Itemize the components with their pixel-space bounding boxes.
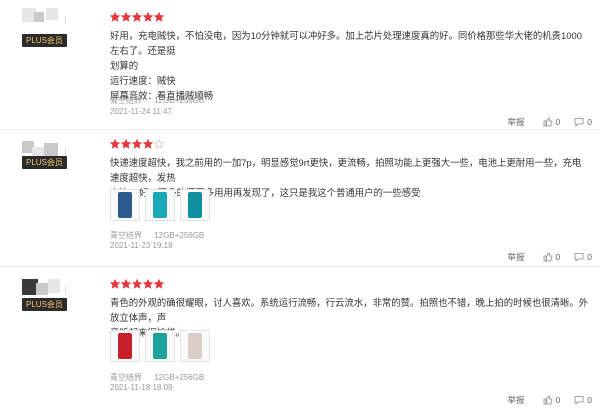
star-filled-icon xyxy=(143,139,153,149)
star-filled-icon xyxy=(110,279,120,289)
review-line: 运行速度：贼快 xyxy=(110,75,176,86)
phone-photo xyxy=(188,192,202,218)
review-line: 青色的外观的确很耀眼，讨人喜欢。系统运行流畅，行云流水，非常的赞。拍照也不错，晚… xyxy=(110,297,589,323)
like-count: 0 xyxy=(555,252,561,262)
comment-button[interactable]: 0 xyxy=(574,252,592,262)
comment-button[interactable]: 0 xyxy=(574,395,592,405)
star-filled-icon xyxy=(121,279,131,289)
review-image[interactable] xyxy=(145,330,175,362)
review-image[interactable] xyxy=(145,189,175,221)
review-text: 好用，充电贼快，不怕没电，因为10分钟就可以冲好多。加上芯片处理速度真的好。同价… xyxy=(110,28,590,103)
review-actions: 举报 0 0 xyxy=(508,394,592,406)
star-empty-icon xyxy=(154,139,164,149)
divider xyxy=(65,148,66,156)
review-images xyxy=(110,330,210,362)
review-image[interactable] xyxy=(110,189,140,221)
star-rating xyxy=(110,139,165,151)
comment-count: 0 xyxy=(587,252,592,262)
comment-button[interactable]: 0 xyxy=(574,117,592,127)
star-filled-icon xyxy=(132,139,142,149)
review-date: 2021-11-23 19:18 xyxy=(110,241,173,250)
separator xyxy=(0,266,600,267)
review-line: 快递速度超快，我之前用的一加7p，明显感觉9rt更快，更流畅，拍照功能上更强大一… xyxy=(110,157,582,183)
plus-member-badge: PLUS会员 xyxy=(22,34,67,47)
plus-member-badge: PLUS会员 xyxy=(22,298,67,311)
star-filled-icon xyxy=(110,12,120,22)
like-count: 0 xyxy=(555,117,561,127)
star-filled-icon xyxy=(121,139,131,149)
variant-color: 青空结界 xyxy=(110,96,142,105)
star-rating xyxy=(110,279,165,291)
thumbs-up-icon xyxy=(543,117,552,127)
star-rating xyxy=(110,12,165,24)
review-meta: 青空结界 12GB+256GB xyxy=(110,230,214,241)
plus-member-badge: PLUS会员 xyxy=(22,156,67,169)
star-filled-icon xyxy=(132,12,142,22)
review-meta: 青空结界 12GB+256GB xyxy=(110,95,214,106)
comment-count: 0 xyxy=(587,395,592,405)
review-date: 2021-11-24 11:47 xyxy=(110,107,172,116)
variant-color: 青空结界 xyxy=(110,231,142,240)
separator xyxy=(0,129,600,130)
report-link[interactable]: 举报 xyxy=(508,394,525,406)
star-filled-icon xyxy=(143,12,153,22)
thumbs-up-icon xyxy=(543,395,552,405)
review-image[interactable] xyxy=(180,330,210,362)
comment-count: 0 xyxy=(587,117,592,127)
comment-icon xyxy=(574,396,584,405)
review-images xyxy=(110,189,210,221)
comment-icon xyxy=(574,118,584,127)
star-filled-icon xyxy=(143,279,153,289)
review-actions: 举报 0 0 xyxy=(508,251,592,263)
report-link[interactable]: 举报 xyxy=(508,116,525,128)
review-actions: 举报 0 0 xyxy=(508,116,592,128)
variant-color: 青空结界 xyxy=(110,373,142,382)
phone-photo xyxy=(153,192,167,218)
star-filled-icon xyxy=(132,279,142,289)
phone-photo xyxy=(153,333,167,359)
star-filled-icon xyxy=(121,12,131,22)
star-filled-icon xyxy=(110,139,120,149)
review-meta: 青空结界 12GB+256GB xyxy=(110,372,214,383)
star-filled-icon xyxy=(154,12,164,22)
like-button[interactable]: 0 xyxy=(543,395,561,405)
like-button[interactable]: 0 xyxy=(543,252,561,262)
like-button[interactable]: 0 xyxy=(543,117,561,127)
phone-photo xyxy=(118,192,132,218)
star-filled-icon xyxy=(154,279,164,289)
review-image[interactable] xyxy=(110,330,140,362)
variant-storage: 12GB+256GB xyxy=(154,96,205,105)
review-date: 2021-11-18 18:09 xyxy=(110,383,173,392)
phone-photo xyxy=(188,333,202,359)
review-line: 好用，充电贼快，不怕没电，因为10分钟就可以冲好多。加上芯片处理速度真的好。同价… xyxy=(110,30,582,56)
review-line: 划算的 xyxy=(110,60,139,71)
review-image[interactable] xyxy=(180,189,210,221)
divider xyxy=(65,16,66,24)
variant-storage: 12GB+256GB xyxy=(154,373,205,382)
comment-icon xyxy=(574,253,584,262)
avatar xyxy=(22,8,62,36)
like-count: 0 xyxy=(555,395,561,405)
thumbs-up-icon xyxy=(543,252,552,262)
report-link[interactable]: 举报 xyxy=(508,251,525,263)
variant-storage: 12GB+256GB xyxy=(154,231,205,240)
divider xyxy=(65,286,66,294)
phone-photo xyxy=(118,333,132,359)
